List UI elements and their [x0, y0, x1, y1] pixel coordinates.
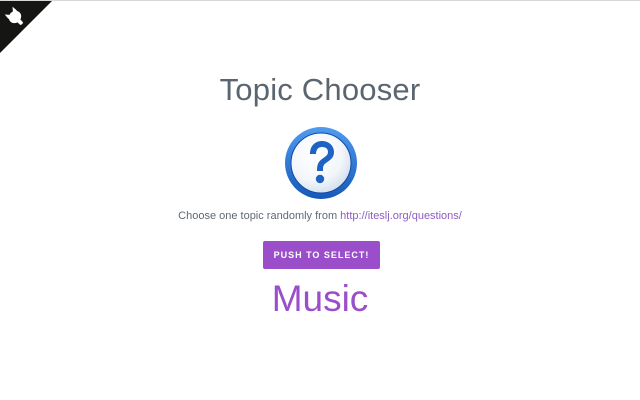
github-octocat-icon — [0, 1, 52, 53]
instructions-text: Choose one topic randomly from http://it… — [0, 209, 640, 223]
instructions-prefix: Choose one topic randomly from — [178, 210, 341, 222]
page: Topic Chooser Choose one topic randomly … — [0, 0, 640, 400]
page-title: Topic Chooser — [219, 72, 421, 107]
github-corner-link[interactable] — [0, 1, 52, 53]
push-to-select-button[interactable]: PUSH TO SELECT! — [263, 241, 380, 269]
question-mark-icon — [285, 127, 357, 199]
questions-link[interactable]: http://iteslj.org/questions/ — [340, 210, 462, 222]
selected-topic: Music — [271, 278, 369, 319]
